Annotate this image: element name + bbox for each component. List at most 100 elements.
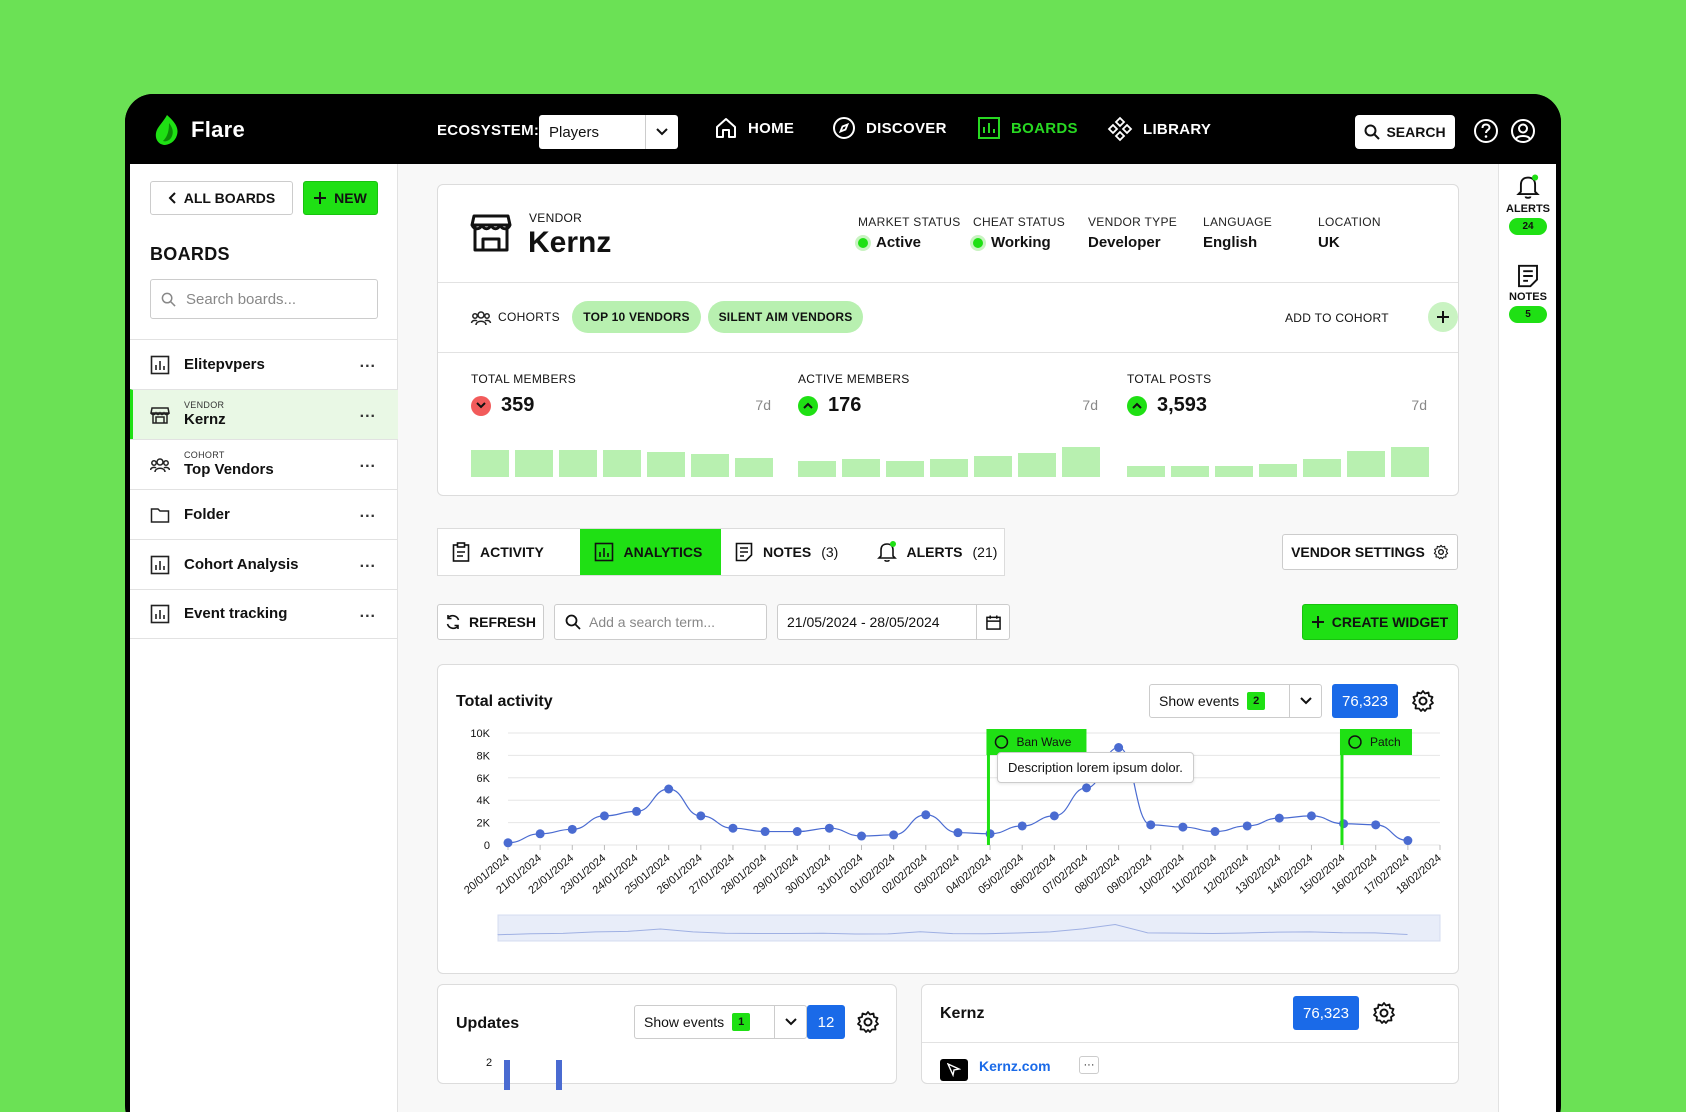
data-point: [1178, 822, 1188, 832]
more-options-icon[interactable]: ...: [360, 354, 376, 372]
total-activity-chart: 02K4K6K8K10K 20/01/202421/01/202422/01/2…: [462, 728, 1444, 942]
sidebar-item-kernz[interactable]: VENDOR Kernz ...: [130, 389, 398, 439]
add-to-cohort-button[interactable]: [1428, 302, 1458, 332]
chart-icon: [150, 604, 170, 624]
nav-home[interactable]: HOME: [714, 116, 794, 140]
data-point: [1371, 820, 1381, 830]
event-label: Patch: [1370, 735, 1401, 749]
tab-alerts[interactable]: ALERTS (21): [863, 529, 1005, 575]
chevron-down-icon: [774, 1006, 806, 1038]
vendor-kind: VENDOR: [529, 211, 583, 225]
status-dot: [858, 237, 868, 248]
kernz-widget: Kernz 76,323 Kernz.com ···: [921, 984, 1459, 1084]
refresh-label: REFRESH: [469, 614, 536, 630]
vendor-settings-button[interactable]: VENDOR SETTINGS: [1282, 534, 1458, 570]
search-icon: [565, 614, 581, 630]
more-options-button[interactable]: ···: [1079, 1056, 1099, 1074]
sidebar-item-event-tracking[interactable]: Event tracking ...: [130, 589, 398, 639]
cohort-tag[interactable]: SILENT AIM VENDORS: [708, 301, 863, 333]
tab-notes[interactable]: NOTES (3): [721, 529, 863, 575]
tab-label: NOTES: [763, 544, 812, 560]
sparkline-bar: [1018, 453, 1056, 477]
cohorts-label: COHORTS: [498, 310, 560, 324]
plus-icon: [1311, 616, 1324, 628]
data-point: [1017, 821, 1027, 831]
data-point: [792, 827, 802, 837]
users-icon: [150, 457, 170, 472]
data-point: [1210, 827, 1220, 837]
sparkline-bar: [647, 452, 685, 477]
nav-library[interactable]: LIBRARY: [1107, 116, 1211, 142]
meta-value: Developer: [1088, 234, 1161, 251]
sparkline-bar: [735, 458, 773, 477]
all-boards-button[interactable]: ALL BOARDS: [150, 181, 293, 215]
calendar-icon[interactable]: [976, 605, 1009, 639]
tab-activity[interactable]: ACTIVITY: [438, 529, 580, 575]
more-options-icon[interactable]: ...: [360, 504, 376, 522]
total-count-badge: 76,323: [1293, 996, 1359, 1030]
widget-title: Updates: [456, 1015, 520, 1032]
rail-notes[interactable]: NOTES 5: [1499, 264, 1557, 323]
tab-analytics[interactable]: ANALYTICS: [579, 529, 721, 575]
total-count-badge: 12: [807, 1005, 845, 1039]
nav-discover[interactable]: DISCOVER: [832, 116, 947, 140]
top-bar: Flare ECOSYSTEM: Players HOME DISCOVER B…: [125, 94, 1561, 164]
more-options-icon[interactable]: ...: [360, 554, 376, 572]
alerts-count-badge: 24: [1509, 218, 1547, 235]
cohorts-row: COHORTS TOP 10 VENDORS SILENT AIM VENDOR…: [438, 283, 1458, 353]
tab-count: (3): [821, 544, 839, 560]
sparkline-bar: [691, 454, 729, 477]
stat-total-posts: TOTAL POSTS 3,593 7d: [1127, 372, 1427, 417]
data-point: [1306, 811, 1316, 821]
sidebar-item-folder[interactable]: Folder ...: [130, 489, 398, 539]
more-options-icon[interactable]: ...: [360, 404, 376, 422]
sparkline-bar: [515, 450, 553, 477]
date-range-input[interactable]: 21/05/2024 - 28/05/2024: [777, 604, 1010, 640]
tab-label: ALERTS: [906, 544, 963, 560]
rail-alerts-label: ALERTS: [1506, 203, 1550, 215]
notes-icon: [735, 542, 753, 562]
clipboard-icon: [452, 542, 470, 562]
data-point: [1403, 836, 1413, 846]
updates-widget: Updates Show events 1 12 2: [437, 984, 897, 1090]
help-icon[interactable]: [1473, 118, 1499, 144]
plus-icon: [314, 192, 327, 204]
chart-icon: [150, 355, 170, 374]
refresh-button[interactable]: REFRESH: [437, 604, 544, 640]
rail-alerts[interactable]: ALERTS 24: [1499, 174, 1557, 235]
data-point: [985, 829, 995, 839]
gear-icon[interactable]: [1411, 689, 1435, 713]
user-account-icon[interactable]: [1510, 118, 1536, 144]
sidebar-item-top-vendors[interactable]: COHORT Top Vendors ...: [130, 439, 398, 489]
nav-boards[interactable]: BOARDS: [977, 116, 1078, 140]
gear-icon[interactable]: [856, 1010, 880, 1034]
search-term-input[interactable]: Add a search term...: [554, 604, 767, 640]
ecosystem-select[interactable]: Players: [539, 115, 678, 149]
sidebar-item-elitepvpers[interactable]: Elitepvpers ...: [130, 339, 398, 389]
create-widget-button[interactable]: CREATE WIDGET: [1302, 604, 1458, 640]
vendor-card: VENDOR Kernz MARKET STATUS Active CHEAT …: [437, 184, 1459, 496]
logo[interactable]: Flare: [153, 114, 245, 146]
meta-key: LOCATION: [1318, 215, 1381, 229]
sidebar-item-sub: VENDOR: [184, 400, 225, 410]
new-board-button[interactable]: NEW: [303, 181, 378, 215]
app-name: Flare: [191, 117, 246, 142]
stat-active-members: ACTIVE MEMBERS 176 7d: [798, 372, 1098, 417]
sparkline-bar: [603, 450, 641, 477]
show-events-select[interactable]: Show events 1: [634, 1005, 807, 1039]
sidebar-item-cohort-analysis[interactable]: Cohort Analysis ...: [130, 539, 398, 589]
search-button[interactable]: SEARCH: [1355, 115, 1455, 149]
gear-icon[interactable]: [1372, 1001, 1396, 1025]
meta-key: MARKET STATUS: [858, 215, 961, 229]
notes-icon: [1518, 264, 1538, 288]
vendor-link[interactable]: Kernz.com: [979, 1058, 1051, 1074]
meta-value: Working: [991, 234, 1051, 251]
show-events-select[interactable]: Show events 2: [1149, 684, 1322, 718]
more-options-icon[interactable]: ...: [360, 454, 376, 472]
chart-icon: [978, 117, 1000, 139]
folder-icon: [150, 507, 170, 523]
data-point: [503, 838, 513, 848]
more-options-icon[interactable]: ...: [360, 604, 376, 622]
boards-search-input[interactable]: Search boards...: [150, 279, 378, 319]
cohort-tag[interactable]: TOP 10 VENDORS: [572, 301, 701, 333]
